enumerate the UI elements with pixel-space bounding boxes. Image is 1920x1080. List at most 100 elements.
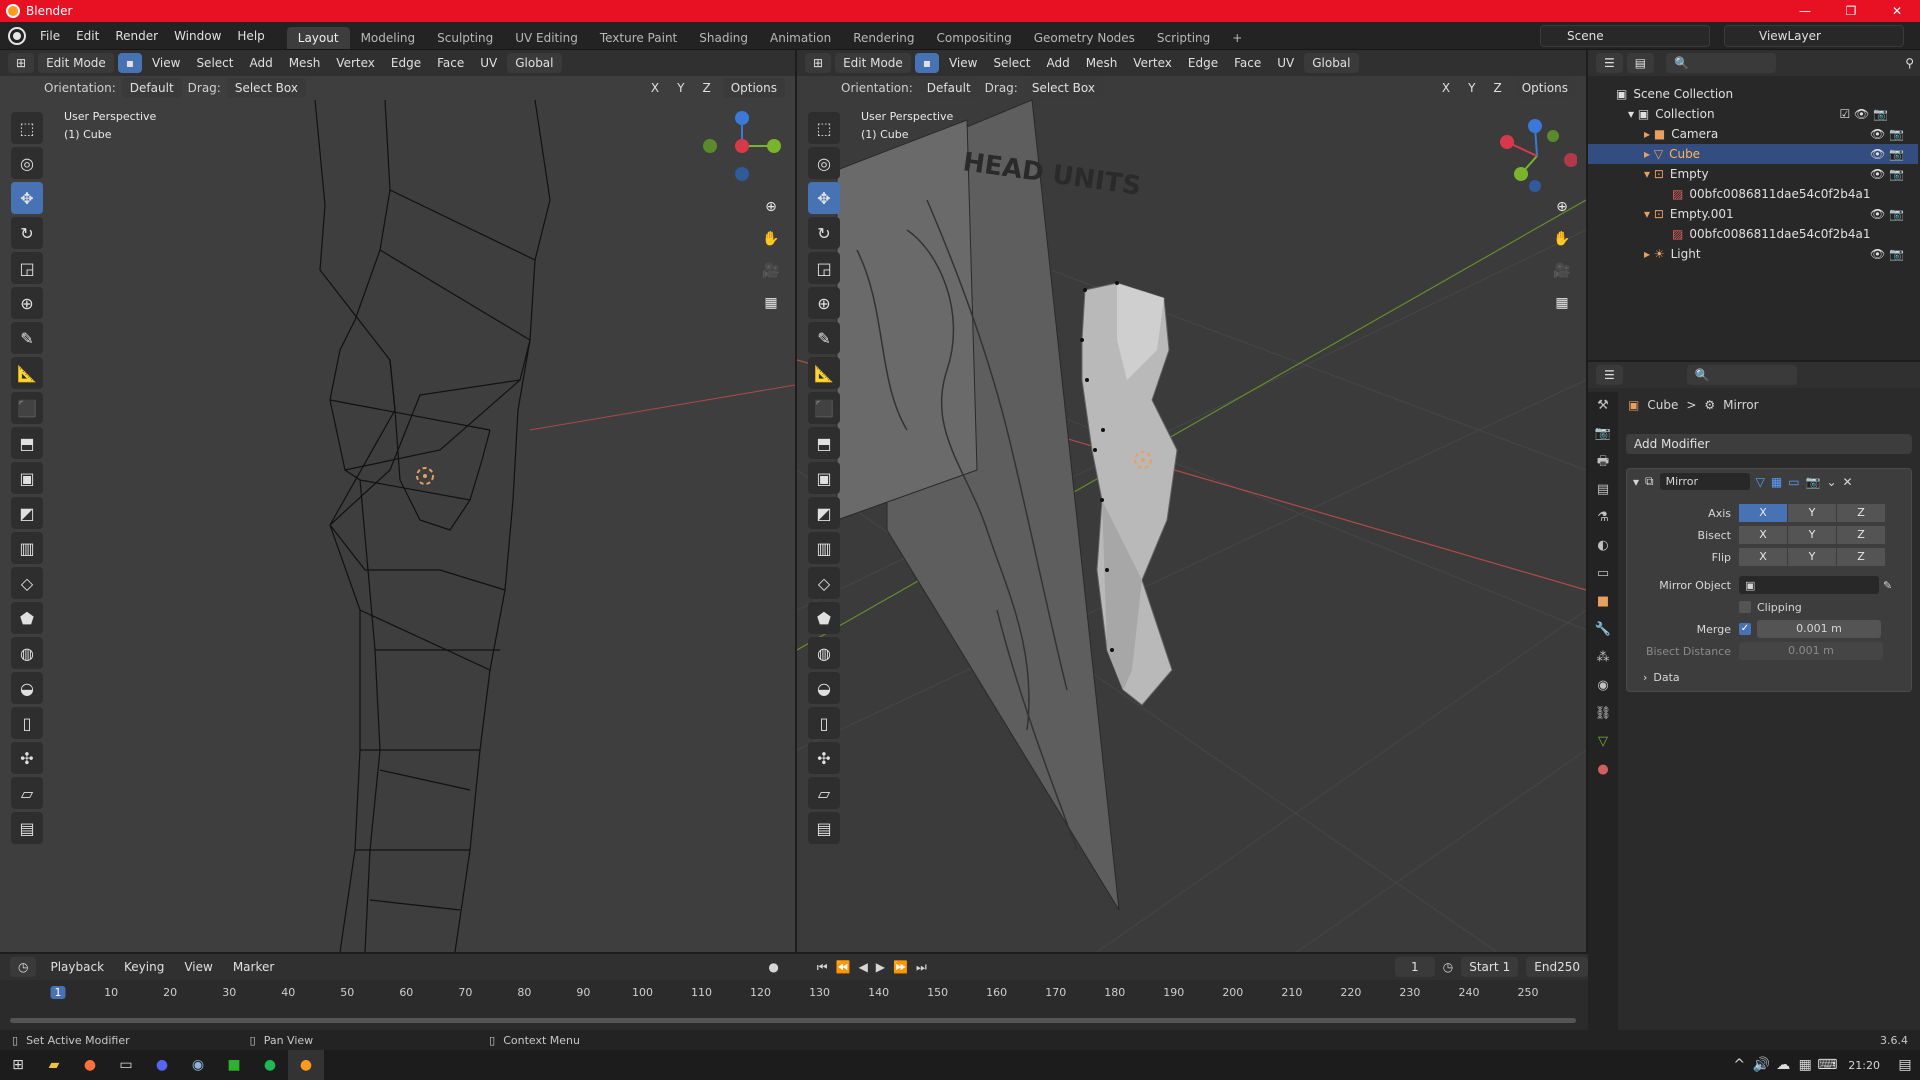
axis-z-toggle[interactable]: Z [1837,504,1885,522]
spin-tool[interactable]: ◍ [11,637,43,669]
bevel-tool[interactable]: ◩ [11,497,43,529]
visibility-eye-icon[interactable]: 👁 📷 [1870,247,1904,261]
extrude-tool[interactable]: ⬒ [808,427,840,459]
shrink-fatten-tool[interactable]: ✣ [808,742,840,774]
bevel-tool[interactable]: ◩ [808,497,840,529]
jump-end-icon[interactable]: ⏭ [916,960,927,975]
annotate-tool[interactable]: ✎ [11,322,43,354]
menu-view[interactable]: View [178,957,218,977]
discord-icon[interactable]: ● [144,1050,180,1080]
terminal-icon[interactable]: ▭ [108,1050,144,1080]
tool-tab-icon[interactable]: ⚒ [1588,392,1618,420]
frame-ruler[interactable]: 1 10 20 30 40 50 60 70 80 90 100 110 120 130 140 150 160… [0,984,1588,1004]
outliner-row-image[interactable]: ▨ 00bfc0086811dae54c0f2b4a1 [1588,184,1918,204]
zoom-icon[interactable]: ⊕ [758,194,784,220]
move-tool[interactable]: ✥ [808,182,840,214]
poly-build-tool[interactable]: ⬟ [808,602,840,634]
view-layer-tab-icon[interactable]: ▤ [1588,476,1618,504]
add-modifier-dropdown[interactable]: Add Modifier [1626,434,1912,454]
editor-type-button[interactable]: ☰ [1596,53,1623,73]
editmode-toggle-icon[interactable]: ▽ [1756,475,1765,489]
material-tab-icon[interactable]: ● [1588,756,1618,784]
start-frame-field[interactable]: Start 1 [1461,957,1519,977]
grid-view-icon[interactable]: ▦ [758,290,784,316]
play-reverse-icon[interactable]: ◀ [859,960,868,974]
add-cube-tool[interactable]: ⬛ [11,392,43,424]
outliner-row-empty-001[interactable]: ▾ ⊡ Empty.001 👁 📷 [1588,204,1918,224]
steam-icon[interactable]: ◉ [180,1050,216,1080]
timeline-scrollbar[interactable] [10,1018,1576,1023]
tab-geometry-nodes[interactable]: Geometry Nodes [1023,27,1146,49]
input-icon[interactable]: ⌨ [1816,1050,1838,1080]
minimize-button[interactable]: — [1782,4,1828,18]
measure-tool[interactable]: 📐 [808,357,840,389]
shrink-fatten-tool[interactable]: ✣ [11,742,43,774]
select-box-tool[interactable]: ⬚ [808,112,840,144]
clipping-checkbox[interactable] [1739,601,1751,613]
cage-toggle-icon[interactable]: ▦ [1771,475,1782,489]
spotify-icon[interactable]: ● [252,1050,288,1080]
menu-help[interactable]: Help [229,29,272,43]
collapse-chevron-icon[interactable]: ▾ [1633,475,1639,489]
jump-start-icon[interactable]: ⏮ [817,960,828,975]
visibility-eye-icon[interactable]: ☑ 👁 📷 [1839,107,1888,121]
visibility-eye-icon[interactable]: 👁 📷 [1870,147,1904,161]
outliner-row-collection[interactable]: ▾ ▣ Collection ☑ 👁 📷 [1588,104,1918,124]
outliner-row-cube[interactable]: ▸ ▽ Cube 👁 📷 [1588,144,1918,164]
visibility-eye-icon[interactable]: 👁 📷 [1870,127,1904,141]
particles-tab-icon[interactable]: ⁂ [1588,644,1618,672]
merge-checkbox[interactable]: ✓ [1739,623,1751,635]
scene-tab-icon[interactable]: ⚗ [1588,504,1618,532]
object-tab-icon[interactable]: ■ [1588,588,1618,616]
xbox-icon[interactable]: ■ [216,1050,252,1080]
maximize-button[interactable]: ❐ [1828,4,1874,18]
close-button[interactable]: ✕ [1874,4,1920,18]
menu-marker[interactable]: Marker [227,957,280,977]
loop-cut-tool[interactable]: ▥ [808,532,840,564]
knife-tool[interactable]: ◇ [11,567,43,599]
smooth-tool[interactable]: ◒ [808,672,840,704]
tab-texture-paint[interactable]: Texture Paint [589,27,688,49]
render-tab-icon[interactable]: 📷 [1588,420,1618,448]
collection-tab-icon[interactable]: ▭ [1588,560,1618,588]
blender-logo-icon[interactable] [8,26,26,45]
next-keyframe-icon[interactable]: ⏩ [893,960,908,974]
menu-playback[interactable]: Playback [44,957,110,977]
outliner-row-image[interactable]: ▨ 00bfc0086811dae54c0f2b4a1 [1588,224,1918,244]
tab-layout[interactable]: Layout [286,27,350,49]
blender-taskbar-icon[interactable]: ● [288,1050,324,1080]
tray-chevron-icon[interactable]: ^ [1728,1050,1750,1080]
remove-modifier-icon[interactable]: ✕ [1843,475,1853,489]
knife-tool[interactable]: ◇ [808,567,840,599]
camera-view-icon[interactable]: 🎥 [758,258,784,284]
edge-slide-tool[interactable]: ▯ [808,707,840,739]
spin-tool[interactable]: ◍ [808,637,840,669]
axis-y-toggle[interactable]: Y [1788,504,1836,522]
tab-uv-editing[interactable]: UV Editing [504,27,589,49]
transform-tool[interactable]: ⊕ [11,287,43,319]
view-layer-selector[interactable]: ViewLayer [1724,25,1904,47]
physics-tab-icon[interactable]: ◉ [1588,672,1618,700]
play-icon[interactable]: ▶ [876,960,885,974]
cursor-tool[interactable]: ◎ [808,147,840,179]
rotate-tool[interactable]: ↻ [11,217,43,249]
output-tab-icon[interactable]: 🖶 [1588,448,1618,476]
scale-tool[interactable]: ◲ [11,252,43,284]
right-navigation-gizmo[interactable] [1497,116,1577,196]
properties-search[interactable]: 🔍 [1686,365,1797,385]
add-cube-tool[interactable]: ⬛ [808,392,840,424]
bisect-y-toggle[interactable]: Y [1788,526,1836,544]
rotate-tool[interactable]: ↻ [808,217,840,249]
move-tool[interactable]: ✥ [11,182,43,214]
annotate-tool[interactable]: ✎ [808,322,840,354]
record-icon[interactable]: ● [768,960,778,974]
extrude-tool[interactable]: ⬒ [11,427,43,459]
menu-file[interactable]: File [32,29,68,43]
transform-tool[interactable]: ⊕ [808,287,840,319]
taskbar-clock[interactable]: 21:20 [1848,1059,1880,1072]
outliner-row-scene-collection[interactable]: ▣ Scene Collection [1588,84,1918,104]
eyedropper-icon[interactable]: ✎ [1883,579,1892,592]
visibility-eye-icon[interactable]: 👁 📷 [1870,167,1904,181]
editor-type-button[interactable]: ☰ [1596,365,1623,385]
flip-x-toggle[interactable]: X [1739,548,1787,566]
